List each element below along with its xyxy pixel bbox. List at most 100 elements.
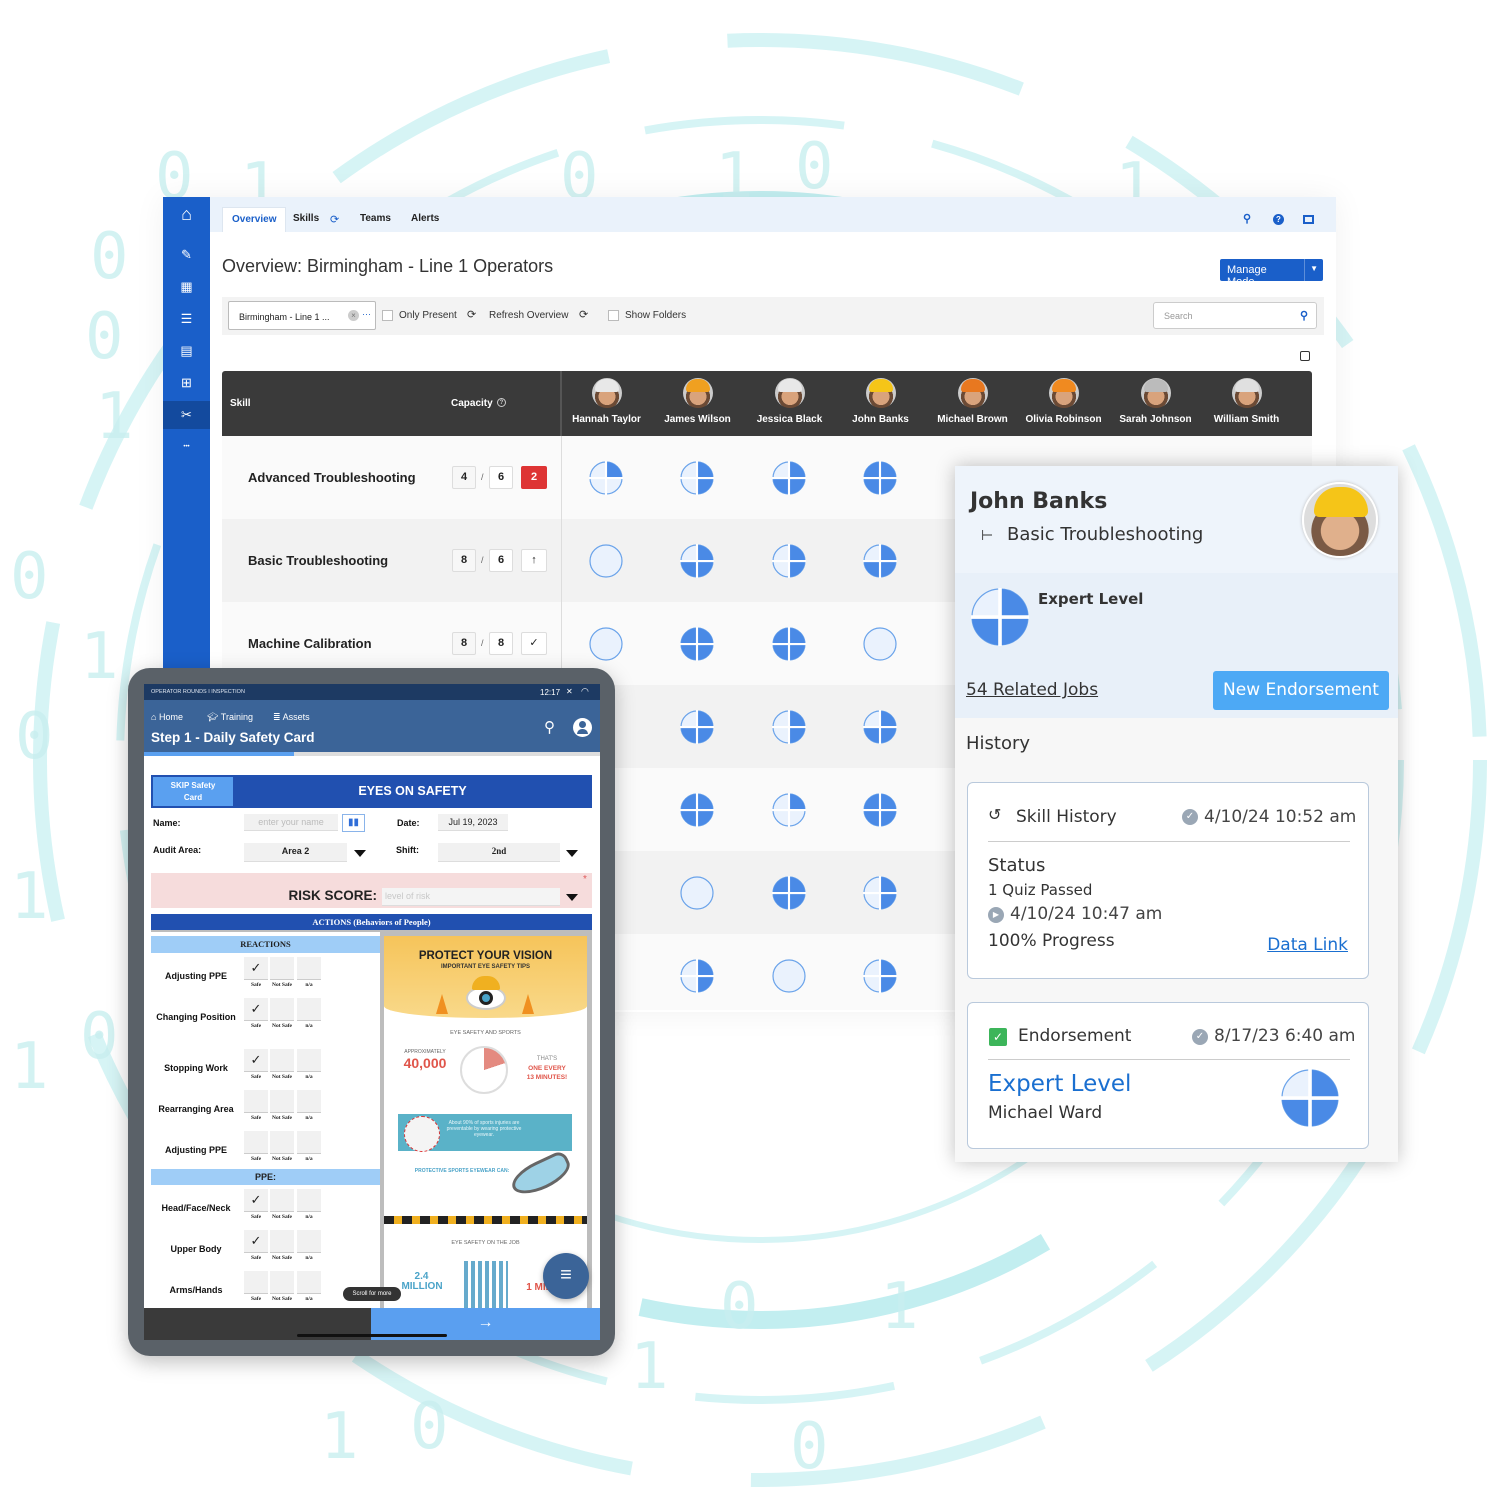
tools-icon[interactable]: ✂ [163, 401, 210, 429]
option-safe-cell[interactable]: ✓ [244, 1189, 268, 1212]
help-icon[interactable]: ? [1273, 214, 1284, 225]
skill-level-pie[interactable] [772, 710, 806, 744]
name-input[interactable]: enter your name [244, 814, 338, 831]
nav-home[interactable]: ⌂ Home [151, 712, 183, 722]
search-icon[interactable]: ⚲ [544, 718, 555, 736]
org-chart-icon[interactable]: ⊞ [163, 369, 210, 397]
refresh-icon[interactable]: ⟳ [467, 308, 476, 321]
option-n-a-cell[interactable] [297, 1230, 321, 1253]
location-select[interactable]: Birmingham - Line 1 ... × ··· [228, 301, 376, 330]
only-present-checkbox[interactable] [382, 310, 393, 321]
dropdown-arrow-icon[interactable] [566, 850, 578, 857]
panel-icon[interactable] [1303, 215, 1314, 224]
option-safe-cell[interactable] [244, 1090, 268, 1113]
option-not-safe-cell[interactable] [270, 1090, 294, 1113]
option-n-a-cell[interactable] [297, 957, 321, 980]
option-not-safe-cell[interactable] [270, 1271, 294, 1294]
skill-level-pie[interactable] [680, 710, 714, 744]
tab-overview[interactable]: Overview [222, 207, 287, 232]
skill-level-pie[interactable] [863, 793, 897, 827]
skill-level-pie[interactable] [863, 544, 897, 578]
option-n-a-cell[interactable] [297, 1090, 321, 1113]
user-icon[interactable] [573, 718, 592, 737]
option-safe-cell[interactable] [244, 1131, 268, 1154]
skill-name[interactable]: Basic Troubleshooting [248, 553, 388, 568]
data-link[interactable]: Data Link [1267, 935, 1348, 955]
skill-name[interactable]: Advanced Troubleshooting [248, 470, 416, 485]
person-column-header[interactable]: James Wilson [652, 378, 743, 425]
refresh-icon[interactable]: ⟳ [579, 308, 588, 321]
option-not-safe-cell[interactable] [270, 1049, 294, 1072]
new-endorsement-button[interactable]: New Endorsement [1213, 671, 1389, 710]
option-safe-cell[interactable]: ✓ [244, 1049, 268, 1072]
person-column-header[interactable]: Sarah Johnson [1110, 378, 1201, 425]
option-not-safe-cell[interactable] [270, 1131, 294, 1154]
skill-level-pie[interactable] [863, 959, 897, 993]
capacity-status-alert[interactable]: 2 [521, 466, 547, 489]
skill-level-pie[interactable] [772, 461, 806, 495]
grid-icon[interactable]: ▦ [163, 273, 210, 301]
manage-mode-button[interactable]: Manage Mode ▼ [1220, 259, 1323, 288]
option-not-safe-cell[interactable] [270, 957, 294, 980]
more-icon[interactable]: ••• [163, 433, 210, 461]
shift-select[interactable]: 2nd [438, 843, 560, 862]
capacity-status-up[interactable]: ↑ [521, 549, 547, 572]
dropdown-arrow-icon[interactable] [354, 850, 366, 857]
person-column-header[interactable]: Jessica Black [744, 378, 835, 425]
more-icon[interactable]: ··· [362, 309, 371, 319]
caret-down-icon[interactable]: ▼ [1304, 259, 1323, 281]
skill-level-pie[interactable] [589, 461, 623, 495]
sync-icon[interactable]: ⟳ [330, 213, 339, 226]
option-n-a-cell[interactable] [297, 1271, 321, 1294]
skill-level-pie[interactable] [863, 461, 897, 495]
skill-level-pie[interactable] [680, 959, 714, 993]
option-not-safe-cell[interactable] [270, 1230, 294, 1253]
skill-level-pie[interactable] [863, 710, 897, 744]
audit-area-select[interactable]: Area 2 [244, 843, 347, 862]
option-n-a-cell[interactable] [297, 998, 321, 1021]
skill-level-pie[interactable] [680, 876, 714, 910]
skill-level-pie[interactable] [589, 544, 623, 578]
home-icon[interactable]: ⌂ [163, 200, 210, 228]
option-not-safe-cell[interactable] [270, 998, 294, 1021]
pencil-icon[interactable]: ✎ [163, 241, 210, 269]
option-safe-cell[interactable]: ✓ [244, 1230, 268, 1253]
skill-level-pie[interactable] [772, 876, 806, 910]
risk-score-select[interactable]: level of risk [382, 888, 560, 906]
document-icon[interactable]: ▤ [163, 337, 210, 365]
tab-teams[interactable]: Teams [351, 207, 400, 232]
option-n-a-cell[interactable] [297, 1131, 321, 1154]
person-column-header[interactable]: Olivia Robinson [1018, 378, 1109, 425]
skip-safety-card-button[interactable]: SKIP Safety Card [153, 777, 233, 806]
related-jobs-link[interactable]: 54 Related Jobs [966, 680, 1098, 700]
option-safe-cell[interactable]: ✓ [244, 957, 268, 980]
capacity-status-ok[interactable]: ✓ [521, 632, 547, 655]
skill-level-pie[interactable] [772, 793, 806, 827]
show-folders-checkbox[interactable] [608, 310, 619, 321]
tab-skills[interactable]: Skills [284, 207, 328, 232]
option-not-safe-cell[interactable] [270, 1189, 294, 1212]
sliders-icon[interactable]: ☰ [163, 305, 210, 333]
menu-fab-button[interactable]: ≡ [543, 1253, 589, 1299]
skill-level-pie[interactable] [772, 544, 806, 578]
option-n-a-cell[interactable] [297, 1189, 321, 1212]
option-n-a-cell[interactable] [297, 1049, 321, 1072]
skill-level-pie[interactable] [680, 544, 714, 578]
option-safe-cell[interactable] [244, 1271, 268, 1294]
skill-level-pie[interactable] [680, 793, 714, 827]
search-icon[interactable]: ⚲ [1243, 212, 1251, 225]
search-icon[interactable]: ⚲ [1300, 309, 1308, 322]
search-input[interactable]: Search ⚲ [1153, 302, 1317, 329]
skill-level-pie[interactable] [589, 627, 623, 661]
option-safe-cell[interactable]: ✓ [244, 998, 268, 1021]
date-input[interactable]: Jul 19, 2023 [438, 814, 508, 831]
refresh-overview-button[interactable]: Refresh Overview [489, 310, 568, 321]
skill-level-pie[interactable] [680, 627, 714, 661]
person-column-header[interactable]: John Banks [835, 378, 926, 425]
clear-icon[interactable]: × [348, 310, 359, 321]
skill-level-pie[interactable] [863, 627, 897, 661]
person-column-header[interactable]: William Smith [1201, 378, 1292, 425]
skill-level-pie[interactable] [772, 627, 806, 661]
help-icon[interactable]: ? [497, 398, 506, 407]
export-icon[interactable] [1300, 351, 1310, 361]
